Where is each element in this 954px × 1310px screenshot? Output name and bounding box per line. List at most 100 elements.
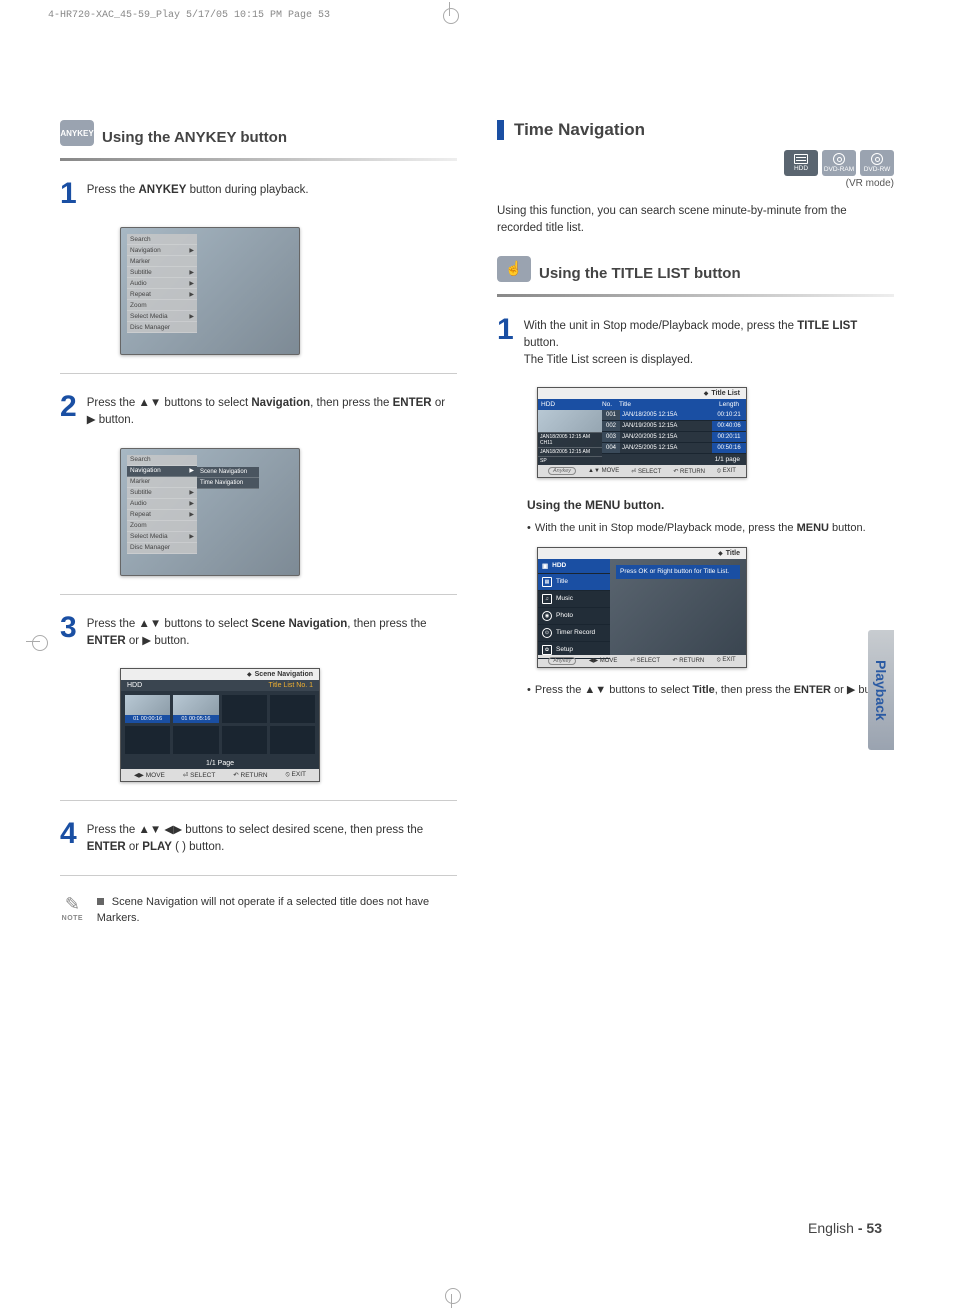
title-thumb: JAN18/2005 12:15 AM CH11 JAN18/2005 12:1…: [538, 410, 602, 465]
osd-subitem: Time Navigation: [197, 478, 259, 489]
osd-label: Title List No. 1: [269, 682, 313, 689]
text: The Title List screen is displayed.: [524, 354, 693, 366]
text: , then press the: [310, 397, 392, 409]
text: ( ) button.: [172, 841, 224, 853]
osd-item: Subtitle▶: [127, 267, 197, 278]
dvd-rw-badge-icon: DVD-RW: [860, 150, 894, 176]
dvd-ram-badge-icon: DVD-RAM: [822, 150, 856, 176]
text: button during playback.: [186, 184, 308, 196]
step-text: Press the ▲▼ ◀▶ buttons to select desire…: [87, 819, 457, 857]
osd-menu-item: ⊙Timer Record: [538, 625, 610, 642]
table-row: 002JAN/19/2005 12:15A00:40:06: [602, 421, 746, 432]
text-bold: ANYKEY: [138, 184, 186, 196]
divider: [60, 800, 457, 801]
scene-empty: [222, 695, 267, 723]
hint-move: ◀▶ MOVE: [134, 771, 165, 779]
accent-bar-icon: [497, 120, 504, 140]
crop-mark-icon: [440, 6, 460, 26]
hint-select: ⏎ SELECT: [630, 657, 660, 664]
scene-empty: [270, 726, 315, 754]
title-info: JAN18/2005 12:15 AM CH11: [538, 432, 602, 447]
step-number: 1: [497, 315, 514, 370]
osd-page: 1/1 page: [602, 454, 746, 465]
sub-heading: Using the TITLE LIST button: [539, 265, 741, 282]
osd-label: HDD: [127, 682, 142, 689]
hint-select: ⏎ SELECT: [631, 468, 661, 475]
col-header: Title: [616, 399, 712, 410]
section-heading: Time Navigation: [514, 120, 645, 140]
text-bold: ENTER: [87, 841, 126, 853]
col-header: Length: [712, 399, 746, 410]
osd-item: Select Media▶: [127, 311, 197, 322]
osd-item-selected: Navigation▶: [127, 466, 197, 477]
osd-page: 1/1 Page: [121, 758, 319, 769]
text: Press the ▲▼ buttons to select: [87, 618, 252, 630]
osd-screenshot: Search Navigation▶ Marker Subtitle▶ Audi…: [120, 448, 300, 576]
osd-item: Audio▶: [127, 278, 197, 289]
hint-return: ↶ RETURN: [673, 657, 705, 664]
osd-item: Repeat▶: [127, 510, 197, 521]
hdd-badge-icon: HDD: [784, 150, 818, 176]
osd-menu-item: ♫Music: [538, 591, 610, 608]
anykey-badge-icon: ANYKEY: [60, 120, 94, 146]
osd-screenshot: Search Navigation▶ Marker Subtitle▶ Audi…: [120, 227, 300, 355]
text: Press the ▲▼ buttons to select: [87, 397, 252, 409]
osd-badge: ▣HDD: [538, 559, 610, 574]
col-header: HDD: [538, 399, 598, 410]
note-icon: ✎ NOTE: [60, 894, 85, 922]
step-number: 4: [60, 819, 77, 857]
sub-heading: Using the MENU button.: [527, 498, 894, 512]
scene-navigation-osd: ◆Scene Navigation HDDTitle List No. 1 01…: [120, 668, 320, 782]
bullet-text: • Press the ▲▼ buttons to select Title, …: [527, 682, 894, 699]
hand-badge-icon: ☝: [497, 256, 531, 282]
scene-thumb: 01 00:05:16: [173, 695, 218, 723]
menu-osd: ◆Title ▣HDD ▦Title ♫Music ◉Photo ⊙Timer …: [537, 547, 747, 668]
table-row: 004JAN/25/2005 12:15A00:50:16: [602, 443, 746, 454]
osd-item: Search: [127, 455, 197, 466]
osd-menu-item-selected: ▦Title: [538, 574, 610, 591]
step-text: With the unit in Stop mode/Playback mode…: [524, 315, 894, 370]
crop-mark-icon: [442, 1284, 462, 1304]
scene-empty: [125, 726, 170, 754]
osd-item: Marker: [127, 477, 197, 488]
square-bullet-icon: [97, 898, 104, 905]
text-bold: TITLE LIST: [797, 320, 857, 332]
osd-menu-item: ◉Photo: [538, 608, 610, 625]
step-number: 3: [60, 613, 77, 651]
osd-subitem: Scene Navigation: [197, 467, 259, 478]
text: or ▶ button.: [126, 635, 190, 647]
osd-item: Subtitle▶: [127, 488, 197, 499]
scene-empty: [173, 726, 218, 754]
divider: [60, 158, 457, 161]
anykey-pill-icon: Anykey: [548, 467, 576, 475]
hint-return: ↶ RETURN: [233, 771, 267, 779]
table-row: 001JAN/18/2005 12:15A00:10:21: [602, 410, 746, 421]
osd-title: Title List: [711, 390, 740, 397]
step-text: Press the ▲▼ buttons to select Navigatio…: [87, 392, 457, 430]
osd-item: Marker: [127, 256, 197, 267]
left-column: ANYKEY Using the ANYKEY button 1 Press t…: [60, 120, 457, 927]
osd-item: Disc Manager: [127, 543, 197, 554]
text: or: [126, 841, 143, 853]
divider: [60, 594, 457, 595]
osd-item: Repeat▶: [127, 289, 197, 300]
text: Press the ▲▼ ◀▶ buttons to select desire…: [87, 824, 423, 836]
section-heading: Using the ANYKEY button: [102, 129, 287, 146]
text: Press the: [87, 184, 139, 196]
osd-item: Zoom: [127, 521, 197, 532]
divider: [497, 294, 894, 297]
step-text: Press the ▲▼ buttons to select Scene Nav…: [87, 613, 457, 651]
step-number: 1: [60, 179, 77, 209]
bullet-text: • With the unit in Stop mode/Playback mo…: [527, 520, 894, 537]
side-tab: Playback: [868, 630, 894, 750]
title-info: SP: [538, 456, 602, 465]
title-info: JAN18/2005 12:15 AM: [538, 447, 602, 456]
hint-exit: ⦸ EXIT: [717, 468, 736, 475]
osd-menu-item: ✿Setup: [538, 642, 610, 659]
osd-title: Scene Navigation: [255, 671, 313, 678]
text: button.: [524, 337, 559, 349]
right-column: Time Navigation HDD DVD-RAM DVD-RW (VR m…: [497, 120, 894, 927]
osd-item: Disc Manager: [127, 322, 197, 333]
vr-mode-label: (VR mode): [497, 178, 894, 189]
text: With the unit in Stop mode/Playback mode…: [524, 320, 798, 332]
